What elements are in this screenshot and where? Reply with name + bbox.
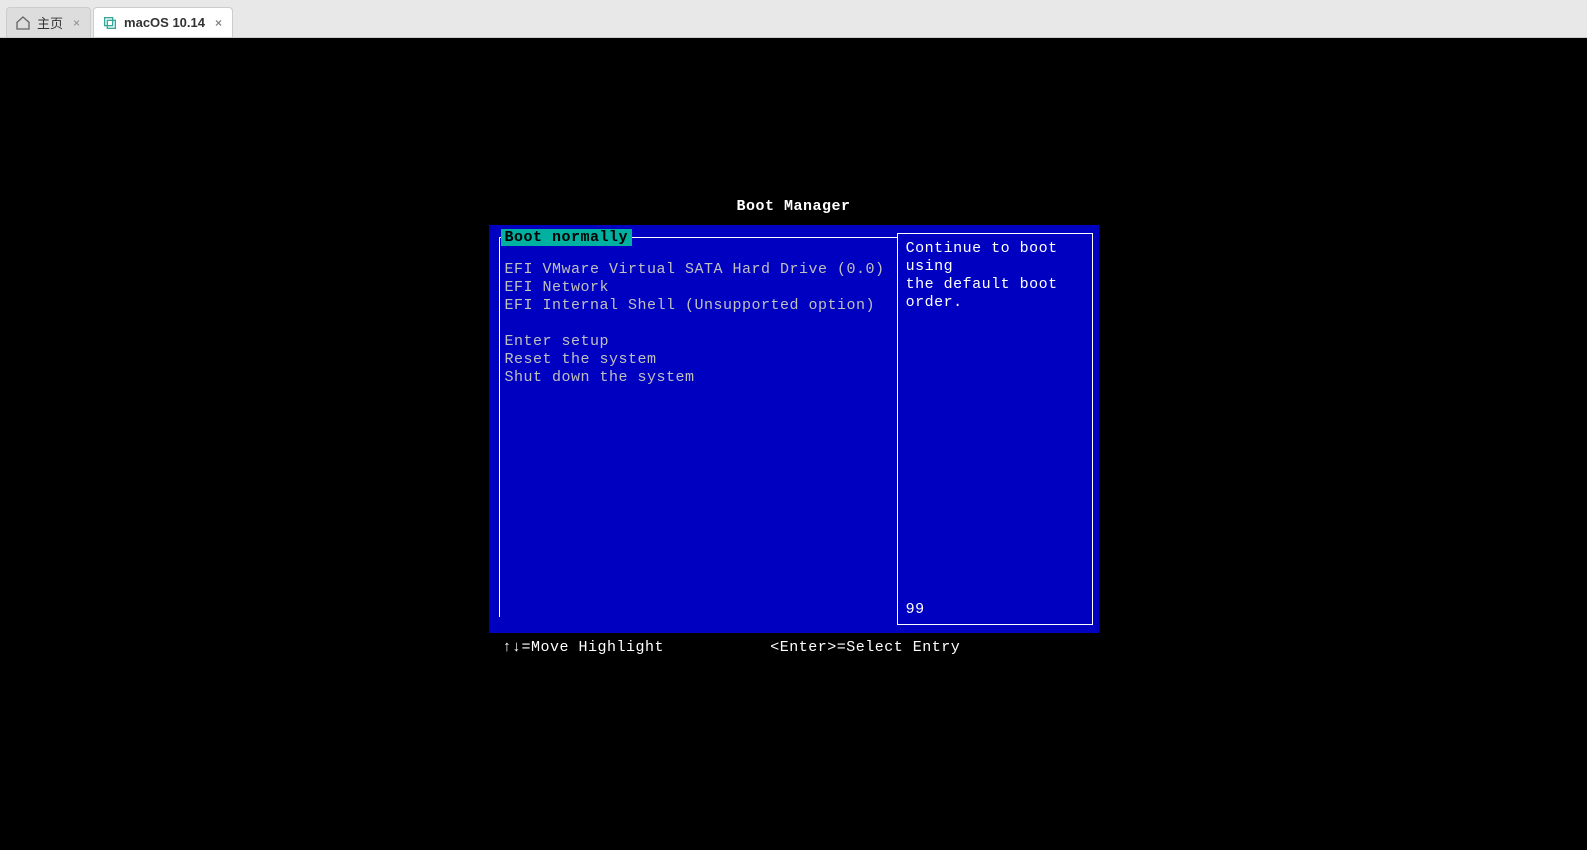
- desc-line: Continue to boot using: [906, 240, 1084, 276]
- boot-options-group-2: Enter setup Reset the system Shut down t…: [505, 333, 885, 387]
- tab-vm[interactable]: macOS 10.14 ×: [93, 7, 233, 37]
- tab-vm-label: macOS 10.14: [124, 15, 205, 30]
- boot-title: Boot Manager: [489, 198, 1099, 215]
- boot-counter: 99: [906, 601, 1084, 618]
- boot-hints: ↑↓=Move Highlight <Enter>=Select Entry: [489, 633, 1099, 656]
- boot-option[interactable]: EFI VMware Virtual SATA Hard Drive (0.0): [505, 261, 885, 279]
- desc-line: the default boot order.: [906, 276, 1084, 312]
- home-icon: [15, 15, 31, 31]
- boot-options-group-1: EFI VMware Virtual SATA Hard Drive (0.0)…: [505, 261, 885, 315]
- boot-description: Continue to boot using the default boot …: [906, 240, 1084, 601]
- close-icon[interactable]: ×: [73, 16, 80, 30]
- close-icon[interactable]: ×: [215, 16, 222, 30]
- boot-manager-console: Boot Manager Boot normally EFI VMware Vi…: [489, 198, 1099, 656]
- boot-option[interactable]: Shut down the system: [505, 369, 885, 387]
- boot-option[interactable]: EFI Network: [505, 279, 885, 297]
- boot-option[interactable]: EFI Internal Shell (Unsupported option): [505, 297, 885, 315]
- pane-border-left: [499, 237, 500, 617]
- boot-option[interactable]: Reset the system: [505, 351, 885, 369]
- boot-menu-pane: Boot normally EFI VMware Virtual SATA Ha…: [489, 225, 897, 633]
- hint-enter: <Enter>=Select Entry: [770, 639, 960, 656]
- boot-option[interactable]: Enter setup: [505, 333, 885, 351]
- hint-move: ↑↓=Move Highlight: [503, 639, 771, 656]
- vm-icon: [102, 15, 118, 31]
- tab-bar: 主页 × macOS 10.14 ×: [0, 0, 1587, 38]
- boot-description-pane: Continue to boot using the default boot …: [897, 233, 1093, 625]
- tab-home[interactable]: 主页 ×: [6, 7, 91, 37]
- tab-home-label: 主页: [37, 13, 63, 32]
- vm-screen[interactable]: Boot Manager Boot normally EFI VMware Vi…: [0, 38, 1587, 850]
- boot-panel: Boot normally EFI VMware Virtual SATA Ha…: [489, 225, 1099, 633]
- boot-option-selected[interactable]: Boot normally: [501, 229, 633, 246]
